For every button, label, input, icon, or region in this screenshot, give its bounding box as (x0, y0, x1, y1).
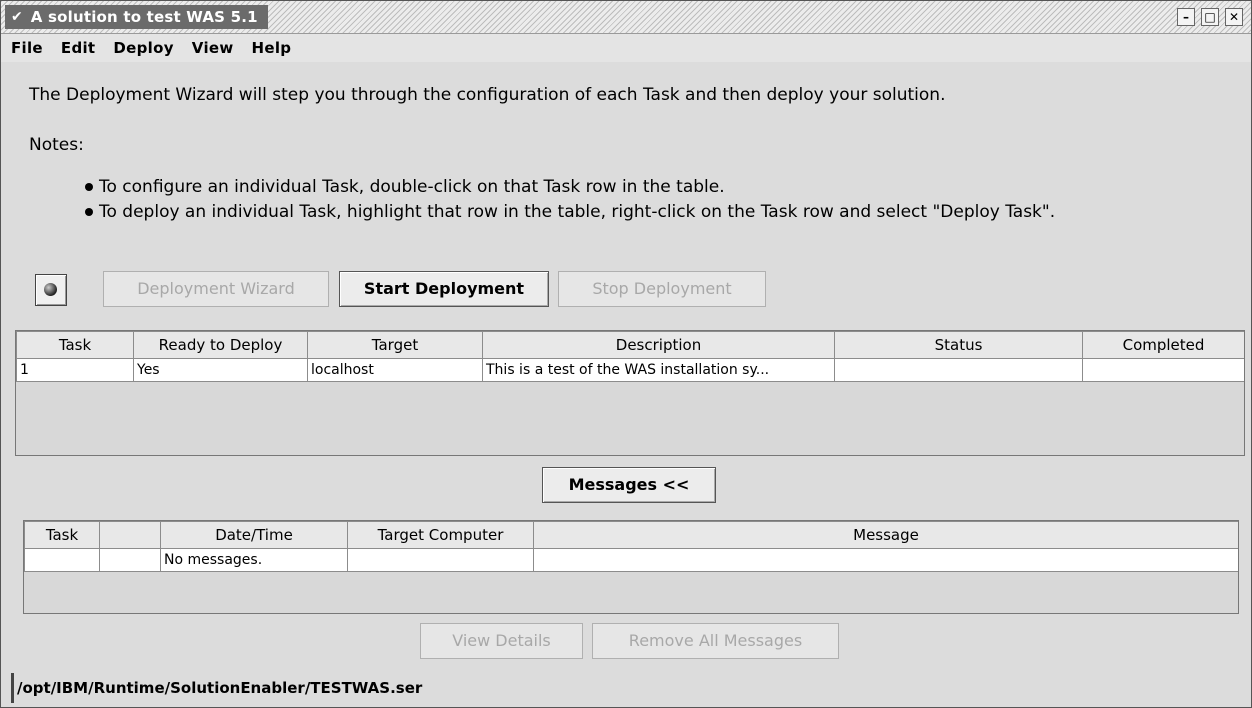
note-item: To configure an individual Task, double-… (85, 175, 1055, 200)
status-path: /opt/IBM/Runtime/SolutionEnabler/TESTWAS… (17, 679, 423, 697)
completed-cell[interactable] (1082, 358, 1244, 382)
msg-task-cell[interactable] (24, 548, 100, 572)
menu-view[interactable]: View (192, 39, 234, 57)
status-light-icon (44, 283, 57, 296)
col-msg-icon[interactable] (99, 521, 161, 549)
target-computer-cell[interactable] (347, 548, 534, 572)
col-target[interactable]: Target (307, 331, 483, 359)
bullet-icon (85, 208, 93, 216)
notes-list: To configure an individual Task, double-… (85, 175, 1055, 225)
task-grid: Task Ready to Deploy Target Description … (16, 331, 1244, 382)
col-completed[interactable]: Completed (1082, 331, 1244, 359)
message-grid: Task Date/Time Target Computer Message N… (24, 521, 1238, 572)
window-controls: – □ ✕ (1177, 8, 1243, 26)
note-item: To deploy an individual Task, highlight … (85, 200, 1055, 225)
deployment-wizard-button[interactable]: Deployment Wizard (103, 271, 329, 307)
status-cell[interactable] (834, 358, 1083, 382)
menu-bar: File Edit Deploy View Help (1, 34, 1251, 62)
remove-all-messages-button[interactable]: Remove All Messages (592, 623, 839, 659)
maximize-icon[interactable]: □ (1201, 8, 1219, 26)
col-message[interactable]: Message (533, 521, 1238, 549)
app-window: ✔ A solution to test WAS 5.1 – □ ✕ File … (0, 0, 1252, 708)
msg-icon-cell[interactable] (99, 548, 161, 572)
task-table: Task Ready to Deploy Target Description … (15, 330, 1245, 456)
datetime-cell[interactable]: No messages. (160, 548, 348, 572)
menu-file[interactable]: File (11, 39, 43, 57)
start-deployment-button[interactable]: Start Deployment (339, 271, 549, 307)
table-row[interactable]: 1 Yes localhost This is a test of the WA… (16, 358, 1244, 382)
window-menu-icon[interactable]: ✔ (11, 9, 23, 25)
col-task[interactable]: Task (16, 331, 134, 359)
ready-cell[interactable]: Yes (133, 358, 308, 382)
bullet-icon (85, 183, 93, 191)
deployment-status-light (35, 274, 67, 306)
window-title: A solution to test WAS 5.1 (30, 8, 258, 26)
col-ready[interactable]: Ready to Deploy (133, 331, 308, 359)
close-icon[interactable]: ✕ (1225, 8, 1243, 26)
table-row[interactable]: No messages. (24, 548, 1238, 572)
message-table: Task Date/Time Target Computer Message N… (23, 520, 1239, 614)
col-msg-task[interactable]: Task (24, 521, 100, 549)
col-target-computer[interactable]: Target Computer (347, 521, 534, 549)
message-cell[interactable] (533, 548, 1238, 572)
col-description[interactable]: Description (482, 331, 835, 359)
task-cell[interactable]: 1 (16, 358, 134, 382)
col-status[interactable]: Status (834, 331, 1083, 359)
description-cell[interactable]: This is a test of the WAS installation s… (482, 358, 835, 382)
status-divider (11, 673, 14, 703)
title-bar[interactable]: ✔ A solution to test WAS 5.1 – □ ✕ (1, 1, 1251, 34)
menu-help[interactable]: Help (252, 39, 292, 57)
messages-toggle-button[interactable]: Messages << (542, 467, 716, 503)
view-details-button[interactable]: View Details (420, 623, 583, 659)
title-label-box: ✔ A solution to test WAS 5.1 (5, 5, 268, 29)
intro-text: The Deployment Wizard will step you thro… (29, 85, 946, 105)
menu-edit[interactable]: Edit (61, 39, 96, 57)
col-datetime[interactable]: Date/Time (160, 521, 348, 549)
menu-deploy[interactable]: Deploy (113, 39, 173, 57)
target-cell[interactable]: localhost (307, 358, 483, 382)
stop-deployment-button[interactable]: Stop Deployment (558, 271, 766, 307)
notes-label: Notes: (29, 135, 84, 155)
minimize-icon[interactable]: – (1177, 8, 1195, 26)
